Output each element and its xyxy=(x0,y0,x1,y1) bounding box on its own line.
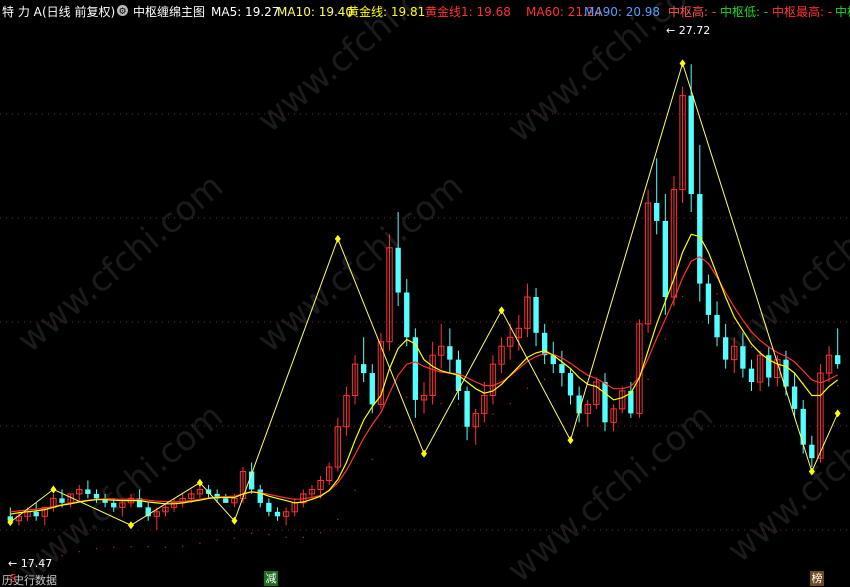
support-dot xyxy=(664,338,667,340)
pivot-marker xyxy=(679,59,686,68)
candle-body xyxy=(59,498,65,503)
candle-body xyxy=(274,511,281,517)
pivot-marker xyxy=(834,409,841,418)
candle-body xyxy=(740,346,746,369)
candle-body xyxy=(748,368,755,383)
signal-marker-s[interactable]: S xyxy=(8,571,18,586)
candle-body xyxy=(266,502,272,512)
pivot-marker xyxy=(50,485,57,494)
high-price-label: ← 27.72 xyxy=(666,24,711,37)
support-dot xyxy=(337,518,339,521)
candle-body xyxy=(654,203,660,221)
candle-body xyxy=(85,489,91,494)
indicator-value: 黄金线1: 19.68 xyxy=(425,5,511,19)
pivot-marker xyxy=(808,467,815,476)
support-dot xyxy=(95,547,98,550)
support-dot xyxy=(509,402,511,405)
candle-body xyxy=(533,297,539,333)
candle-body xyxy=(111,502,117,508)
signal-marker-bang[interactable]: 榜 xyxy=(810,571,824,586)
candle-body xyxy=(360,364,367,374)
price-chart[interactable] xyxy=(0,0,850,587)
support-dot xyxy=(268,533,270,536)
candle-body xyxy=(93,493,100,499)
ticker-name: 特 力 A xyxy=(2,5,42,19)
candle-body xyxy=(257,489,263,503)
candle-body xyxy=(33,511,39,517)
candle-body xyxy=(223,498,229,503)
indicator-value: 中枢 xyxy=(835,5,850,19)
candle-body xyxy=(447,346,453,360)
support-dot xyxy=(750,346,753,348)
support-dot xyxy=(250,532,253,535)
candle-body xyxy=(602,382,608,423)
candle-body xyxy=(791,386,798,409)
candle-body xyxy=(809,444,815,459)
support-dot xyxy=(319,532,322,534)
pivot-marker xyxy=(334,234,341,243)
chart-root: www.cfchi.com www.cfchi.com www.cfchi.co… xyxy=(0,0,850,587)
support-dot xyxy=(61,554,63,557)
support-dot xyxy=(543,378,546,381)
support-dot xyxy=(836,384,839,387)
support-dot xyxy=(371,458,373,461)
period-label[interactable]: (日线 前复权) xyxy=(42,5,115,19)
indicator-header: 特 力 A (日线 前复权) ⚙ 中枢缠绵主图 MA5: 19.27 MA10:… xyxy=(0,0,850,24)
support-dot xyxy=(526,387,529,389)
support-dot xyxy=(457,403,460,406)
candle-body xyxy=(714,314,720,338)
support-dot xyxy=(406,396,408,398)
support-dot xyxy=(716,293,718,295)
support-dot xyxy=(388,426,391,428)
support-dot xyxy=(147,546,149,548)
candle-body xyxy=(835,355,841,365)
candle-body xyxy=(395,247,401,293)
support-dot xyxy=(130,546,132,548)
support-dot xyxy=(733,322,735,325)
support-dot xyxy=(647,378,649,381)
indicator-name[interactable]: 中枢缠绵主图 xyxy=(133,5,205,19)
indicator-value: 黄金线: 19.81 xyxy=(347,5,426,19)
support-dot xyxy=(233,537,236,539)
indicator-value: 中枢最高: - xyxy=(772,5,833,19)
support-dot xyxy=(302,536,305,539)
support-dot xyxy=(216,539,218,541)
low-price-label: ← 17.47 xyxy=(8,557,53,570)
pivot-marker xyxy=(127,521,134,530)
pivot-marker xyxy=(498,306,505,315)
candle-body xyxy=(567,373,574,396)
support-dot xyxy=(113,546,115,548)
support-dot xyxy=(199,542,201,544)
support-dot xyxy=(181,545,184,547)
candle-body xyxy=(688,95,694,195)
support-dot xyxy=(492,413,494,415)
pivot-marker xyxy=(567,436,574,445)
candle-body xyxy=(464,390,470,427)
candle-body xyxy=(722,337,729,360)
signal-marker-jian[interactable]: 减 xyxy=(264,571,278,586)
support-dot xyxy=(285,536,287,539)
candle-body xyxy=(369,373,375,405)
support-dot xyxy=(681,295,684,298)
indicator-value: MA90: 20.98 xyxy=(584,5,661,19)
indicator-value: MA10: 19.40 xyxy=(277,5,354,19)
candle-body xyxy=(662,220,668,297)
indicator-value: MA5: 19.27 xyxy=(211,5,280,19)
candle-body xyxy=(705,283,712,315)
ma-yellow-line xyxy=(10,233,839,515)
support-dot xyxy=(78,550,80,553)
indicator-value: 中枢低: - xyxy=(720,5,769,19)
support-dot xyxy=(440,402,442,405)
candle-body xyxy=(559,364,565,374)
gear-icon[interactable]: ⚙ xyxy=(117,5,128,17)
support-dot xyxy=(164,546,167,548)
support-dot xyxy=(354,489,356,492)
candle-body xyxy=(404,292,410,338)
indicator-value: 中枢高: - xyxy=(668,5,717,19)
pivot-marker xyxy=(421,449,427,458)
